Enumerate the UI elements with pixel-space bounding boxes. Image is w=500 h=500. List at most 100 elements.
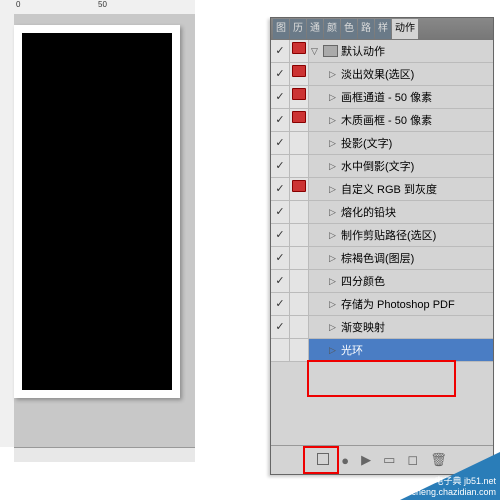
- chevron-right-icon[interactable]: ▷: [329, 138, 339, 149]
- action-row[interactable]: ✓ ▷画框通道 - 50 像素: [271, 86, 493, 109]
- chevron-right-icon[interactable]: ▷: [329, 276, 339, 287]
- check-icon: ✓: [275, 114, 284, 126]
- chevron-right-icon[interactable]: ▷: [329, 322, 339, 333]
- toggle-check[interactable]: ✓: [271, 109, 290, 131]
- toggle-dialog[interactable]: [290, 109, 309, 131]
- toggle-check[interactable]: ✓: [271, 86, 290, 108]
- action-row[interactable]: ✓ ▷渐变映射: [271, 316, 493, 339]
- toggle-dialog[interactable]: [290, 247, 309, 269]
- action-name: 制作剪贴路径(选区): [341, 227, 436, 243]
- action-name: 淡出效果(选区): [341, 66, 414, 82]
- tab-layers[interactable]: 图: [273, 19, 289, 39]
- action-name: 投影(文字): [341, 135, 392, 151]
- toggle-check[interactable]: [271, 339, 290, 361]
- check-icon: ✓: [275, 45, 284, 57]
- action-row[interactable]: ✓ ▷淡出效果(选区): [271, 63, 493, 86]
- action-row[interactable]: ✓ ▷四分颜色: [271, 270, 493, 293]
- chevron-right-icon[interactable]: ▷: [329, 299, 339, 310]
- dialog-icon: [292, 180, 306, 192]
- action-row[interactable]: ✓ ▷熔化的铅块: [271, 201, 493, 224]
- dialog-icon: [292, 111, 306, 123]
- chevron-down-icon[interactable]: ▽: [311, 46, 321, 57]
- chevron-right-icon[interactable]: ▷: [329, 230, 339, 241]
- chevron-right-icon[interactable]: ▷: [329, 207, 339, 218]
- toggle-dialog[interactable]: [290, 63, 309, 85]
- check-icon: ✓: [275, 137, 284, 149]
- watermark-text: jiaocheng.chazidian.com: [397, 487, 496, 497]
- chevron-right-icon[interactable]: ▷: [329, 92, 339, 103]
- check-icon: ✓: [275, 298, 284, 310]
- chevron-right-icon[interactable]: ▷: [329, 115, 339, 126]
- toggle-check[interactable]: ✓: [271, 63, 290, 85]
- action-name: 水中倒影(文字): [341, 158, 414, 174]
- toggle-dialog[interactable]: [290, 132, 309, 154]
- stop-button[interactable]: [317, 453, 329, 468]
- document-content[interactable]: [22, 33, 172, 390]
- dialog-icon: [292, 42, 306, 54]
- action-row[interactable]: ✓ ▷水中倒影(文字): [271, 155, 493, 178]
- check-icon: ✓: [275, 252, 284, 264]
- toggle-dialog[interactable]: [290, 339, 309, 361]
- action-set-row[interactable]: ✓ ▽ 默认动作: [271, 40, 493, 63]
- action-name: 光环: [341, 342, 363, 358]
- horizontal-scrollbar[interactable]: [14, 447, 195, 462]
- toggle-dialog[interactable]: [290, 316, 309, 338]
- toggle-dialog[interactable]: [290, 224, 309, 246]
- toggle-dialog[interactable]: [290, 40, 309, 62]
- toggle-check[interactable]: ✓: [271, 270, 290, 292]
- toggle-check[interactable]: ✓: [271, 132, 290, 154]
- toggle-dialog[interactable]: [290, 270, 309, 292]
- check-icon: ✓: [275, 183, 284, 195]
- toggle-dialog[interactable]: [290, 178, 309, 200]
- tab-paths[interactable]: 路: [358, 19, 374, 39]
- chevron-right-icon[interactable]: ▷: [329, 161, 339, 172]
- tab-color[interactable]: 颜: [324, 19, 340, 39]
- ruler-mark: 0: [16, 0, 20, 9]
- toggle-check[interactable]: ✓: [271, 247, 290, 269]
- actions-panel: 图 历 通 颜 色 路 样 动作 ✓ ▽默认动作 ✓▷淡出效果(选区)✓▷画框通…: [270, 17, 494, 475]
- tab-channels[interactable]: 通: [307, 19, 323, 39]
- action-row[interactable]: ✓▷棕褐色调(图层): [271, 247, 493, 270]
- play-button[interactable]: ▶: [361, 452, 371, 468]
- toggle-check[interactable]: ✓: [271, 201, 290, 223]
- action-row[interactable]: ✓ ▷制作剪贴路径(选区): [271, 224, 493, 247]
- toggle-dialog[interactable]: [290, 155, 309, 177]
- action-row[interactable]: ✓ ▷存储为 Photoshop PDF: [271, 293, 493, 316]
- folder-icon: [323, 45, 338, 57]
- action-name: 存储为 Photoshop PDF: [341, 296, 455, 312]
- chevron-right-icon[interactable]: ▷: [329, 253, 339, 264]
- toggle-dialog[interactable]: [290, 201, 309, 223]
- toggle-dialog[interactable]: [290, 86, 309, 108]
- action-name: 熔化的铅块: [341, 204, 396, 220]
- tab-styles[interactable]: 样: [375, 19, 391, 39]
- toggle-check[interactable]: ✓: [271, 293, 290, 315]
- action-name: 渐变映射: [341, 319, 385, 335]
- action-name: 画框通道 - 50 像素: [341, 89, 432, 105]
- action-row[interactable]: ✓▷自定义 RGB 到灰度: [271, 178, 493, 201]
- toggle-dialog[interactable]: [290, 293, 309, 315]
- toggle-check[interactable]: ✓: [271, 316, 290, 338]
- check-icon: ✓: [275, 68, 284, 80]
- toggle-check[interactable]: ✓: [271, 40, 290, 62]
- action-name: 四分颜色: [341, 273, 385, 289]
- chevron-right-icon[interactable]: ▷: [329, 69, 339, 80]
- action-set-name: 默认动作: [341, 43, 385, 59]
- toggle-check[interactable]: ✓: [271, 155, 290, 177]
- record-button[interactable]: ●: [341, 453, 349, 468]
- tab-actions[interactable]: 动作: [392, 19, 418, 39]
- action-row[interactable]: ✓ ▷木质画框 - 50 像素: [271, 109, 493, 132]
- chevron-right-icon[interactable]: ▷: [329, 345, 339, 356]
- check-icon: ✓: [275, 321, 284, 333]
- action-name: 木质画框 - 50 像素: [341, 112, 432, 128]
- tab-history[interactable]: 历: [290, 19, 306, 39]
- toggle-check[interactable]: ✓: [271, 178, 290, 200]
- tab-swatches[interactable]: 色: [341, 19, 357, 39]
- action-row[interactable]: ✓ ▷投影(文字): [271, 132, 493, 155]
- document-window[interactable]: [14, 25, 180, 398]
- action-row[interactable]: ▷光环: [271, 339, 493, 362]
- stop-icon: [317, 453, 329, 465]
- toggle-check[interactable]: ✓: [271, 224, 290, 246]
- actions-list: ✓ ▽默认动作 ✓▷淡出效果(选区)✓▷画框通道 - 50 像素✓▷木质画框 -…: [271, 40, 493, 445]
- chevron-right-icon[interactable]: ▷: [329, 184, 339, 195]
- watermark-text: 电子典 jb51.net: [434, 476, 496, 486]
